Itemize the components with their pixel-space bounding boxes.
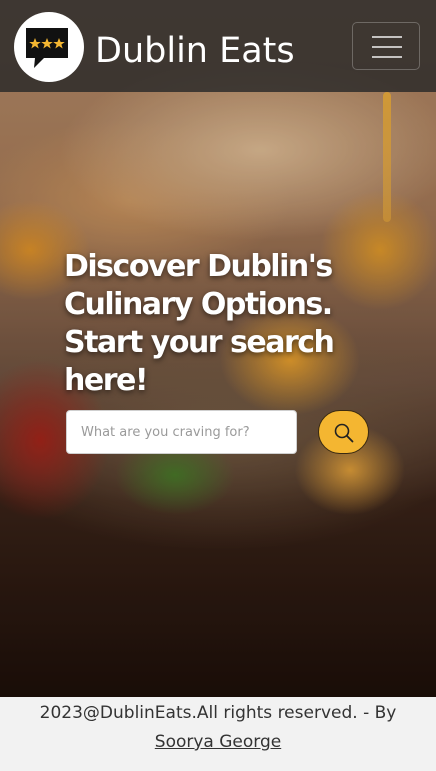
author-link[interactable]: Soorya George — [155, 732, 281, 752]
search-button[interactable] — [318, 410, 369, 454]
logo[interactable] — [14, 12, 84, 82]
brand-name[interactable]: Dublin Eats — [95, 28, 295, 74]
hero-headline: Discover Dublin's Culinary Options. Star… — [64, 249, 335, 398]
footer: 2023@DublinEats.All rights reserved. - B… — [0, 697, 436, 771]
navbar: Dublin Eats — [0, 0, 436, 92]
search-input[interactable] — [66, 410, 297, 454]
footer-copyright: 2023@DublinEats.All rights reserved. - B… — [39, 703, 397, 723]
menu-toggle-button[interactable] — [352, 22, 420, 70]
hero-background-image: Discover Dublin's Culinary Options. Star… — [0, 0, 436, 697]
speech-bubble-stars-icon — [26, 28, 68, 68]
search-icon — [334, 423, 354, 443]
